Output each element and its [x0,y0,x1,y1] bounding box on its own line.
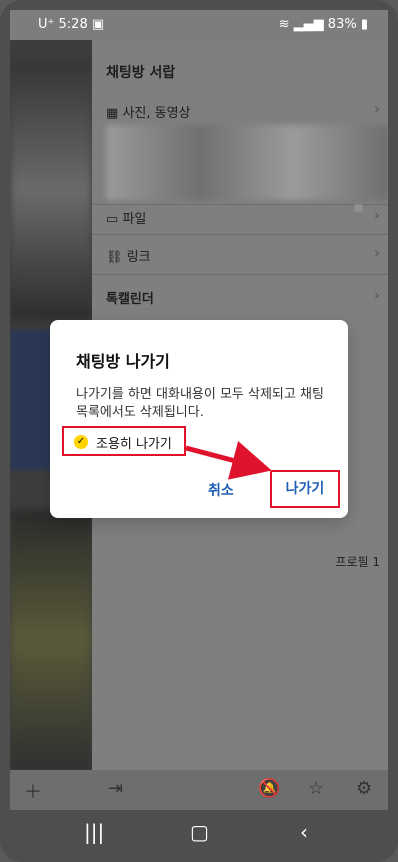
link-icon: ⛓ [106,250,123,265]
back-button[interactable]: ‹ [300,820,308,844]
carrier: U⁺ [38,17,55,32]
status-left: U⁺ 5:28 ▣ [38,17,104,32]
system-navigation-bar: ||| ▢ ‹ [0,810,398,862]
drawer-item-label: 사진, 동영상 [122,106,191,121]
status-bar: U⁺ 5:28 ▣ ≋ ▂▄▆ 83% ▮ [10,10,388,40]
drawer-title: 채팅방 서랍 [106,65,176,81]
quiet-leave-option[interactable]: ✓ 조용히 나가기 [62,426,186,456]
star-icon[interactable]: ☆ [308,778,324,799]
profile-label[interactable]: 프로필 1 [335,553,380,570]
chevron-right-icon: › [374,100,380,118]
blurred-thumbnails [106,125,388,200]
annotation-arrow [185,441,272,480]
leave-chat-dialog: 채팅방 나가기 나가기를 하면 대화내용이 모두 삭제되고 채팅목록에서도 삭제… [50,320,348,518]
image-icon: ▦ [106,106,119,121]
plus-icon[interactable]: ＋ [24,778,42,804]
gear-icon[interactable]: ⚙ [356,778,372,799]
exit-icon[interactable]: ⇥ [108,778,123,799]
drawer-item-label: 링크 [126,250,151,265]
time: 5:28 [58,17,88,32]
phone-frame: U⁺ 5:28 ▣ ≋ ▂▄▆ 83% ▮ 채팅방 서랍 ▦ 사진, 동영상 › [0,0,398,862]
dialog-title: 채팅방 나가기 [76,352,170,371]
battery-icon: ▮ [360,17,368,32]
bell-icon[interactable]: 🔕 [258,778,280,799]
status-right: ≋ ▂▄▆ 83% ▮ [279,17,368,32]
quiet-leave-label: 조용히 나가기 [96,437,172,452]
drawer-item-photos[interactable]: ▦ 사진, 동영상 [106,102,191,121]
drawer-item-label: 파일 [122,212,147,227]
battery-text: 83% [327,17,357,32]
check-icon: ✓ [76,436,86,447]
blurred-content [10,510,92,770]
recent-apps-button[interactable]: ||| [84,820,104,844]
drawer-item-files[interactable]: ▭ 파일 [106,208,146,227]
signal-icon: ▂▄▆ [293,17,324,32]
home-button[interactable]: ▢ [190,820,209,844]
drawer-item-links[interactable]: ⛓ 링크 [106,246,151,265]
dialog-message: 나가기를 하면 대화내용이 모두 삭제되고 채팅목록에서도 삭제됩니다. [76,387,324,420]
folder-icon: ▭ [106,212,119,227]
blurred-content [10,60,92,320]
drawer-item-calendar[interactable]: 톡캘린더 [106,288,154,307]
drawer-item-label: 톡캘린더 [106,292,154,307]
checkbox[interactable]: ✓ [74,435,88,449]
gallery-icon: ▣ [91,17,105,32]
wifi-icon: ≋ [278,17,290,32]
bottom-toolbar: ＋ ⇥ 🔕 ☆ ⚙ [10,770,388,810]
